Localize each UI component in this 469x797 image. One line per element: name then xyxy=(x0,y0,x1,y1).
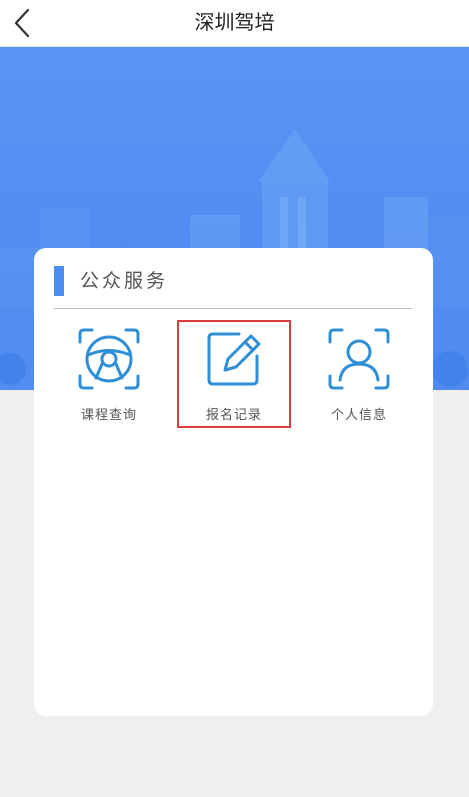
section-header: 公众服务 xyxy=(54,266,414,298)
section-title: 公众服务 xyxy=(80,270,169,292)
top-bar: 深圳驾培 xyxy=(0,0,469,47)
section-divider xyxy=(54,308,412,309)
edit-note-icon xyxy=(207,332,261,386)
course-query-button[interactable]: 课程查询 xyxy=(54,322,164,426)
section-accent-bar xyxy=(54,266,64,296)
user-profile-icon xyxy=(328,328,390,390)
personal-info-button[interactable]: 个人信息 xyxy=(304,322,414,426)
registration-record-label: 报名记录 xyxy=(205,408,262,423)
course-query-label: 课程查询 xyxy=(80,408,137,423)
service-card: 公众服务 课程查询 报名记录 个人信息 xyxy=(34,248,433,716)
registration-record-button[interactable]: 报名记录 xyxy=(177,320,291,428)
personal-info-label: 个人信息 xyxy=(330,408,387,423)
steering-wheel-icon xyxy=(78,328,140,390)
page-title: 深圳驾培 xyxy=(194,10,275,34)
